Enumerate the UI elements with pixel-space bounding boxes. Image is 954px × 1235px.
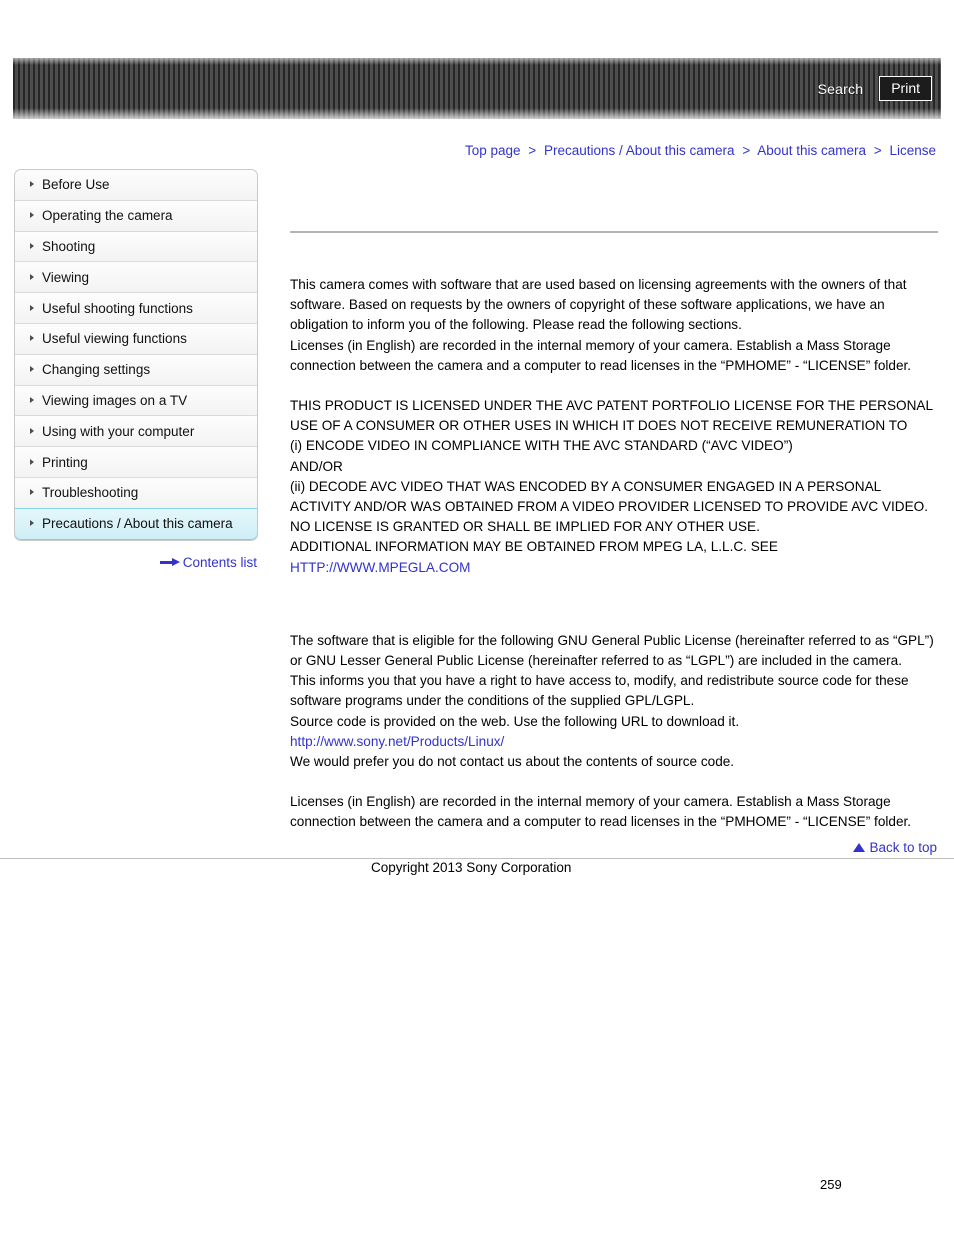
sidebar-item-viewing-images-on-a-tv[interactable]: Viewing images on a TV <box>15 385 257 417</box>
triangle-bullet-icon <box>30 520 34 527</box>
breadcrumb: Top page > Precautions / About this came… <box>465 143 936 158</box>
sidebar-item-label: Troubleshooting <box>42 485 139 501</box>
breadcrumb-separator: > <box>873 143 882 158</box>
triangle-bullet-icon <box>30 273 34 280</box>
sidebar-item-label: Viewing images on a TV <box>42 392 188 408</box>
triangle-bullet-icon <box>30 242 34 249</box>
triangle-bullet-icon <box>30 489 34 496</box>
sidebar-item-label: Shooting <box>42 238 96 254</box>
sidebar-item-useful-shooting-functions[interactable]: Useful shooting functions <box>15 293 257 324</box>
breadcrumb-separator: > <box>742 143 751 158</box>
page-number: 259 <box>820 1177 842 1192</box>
breadcrumb-item-about-this-camera[interactable]: About this camera <box>757 143 866 158</box>
sidebar-item-printing[interactable]: Printing <box>15 447 257 478</box>
sidebar-item-troubleshooting[interactable]: Troubleshooting <box>15 477 257 509</box>
sidebar-item-using-with-your-computer[interactable]: Using with your computer <box>15 416 257 448</box>
sidebar-item-label: Before Use <box>42 177 110 193</box>
breadcrumb-item-license: License <box>889 143 936 158</box>
link-mpegla[interactable]: HTTP://WWW.MPEGLA.COM <box>290 560 471 575</box>
up-triangle-icon <box>853 843 866 852</box>
triangle-bullet-icon <box>30 304 34 311</box>
site-header-bar: Search Print <box>13 58 941 119</box>
sidebar-item-viewing[interactable]: Viewing <box>15 262 257 294</box>
triangle-bullet-icon <box>30 212 34 219</box>
breadcrumb-item-precautions[interactable]: Precautions / About this camera <box>544 143 735 158</box>
breadcrumb-separator: > <box>528 143 537 158</box>
sidebar-item-precautions-about-this-camera[interactable]: Precautions / About this camera <box>15 507 257 540</box>
sidebar-item-operating-the-camera[interactable]: Operating the camera <box>15 200 257 232</box>
main-content: This camera comes with software that are… <box>290 200 938 833</box>
search-link[interactable]: Search <box>818 81 864 97</box>
sidebar-item-label: Useful viewing functions <box>42 331 187 347</box>
paragraph-gpl: The software that is eligible for the fo… <box>290 631 938 772</box>
triangle-bullet-icon <box>30 181 34 188</box>
paragraph-licenses-location: Licenses (in English) are recorded in th… <box>290 794 912 830</box>
sidebar-item-label: Printing <box>42 454 88 470</box>
sidebar-item-label: Precautions / About this camera <box>42 516 233 532</box>
contents-list-link[interactable]: Contents list <box>159 555 257 570</box>
back-to-top-link[interactable]: Back to top <box>853 840 937 855</box>
header-actions: Search Print <box>818 58 932 119</box>
paragraph-gpl-text: The software that is eligible for the fo… <box>290 632 934 729</box>
sidebar-item-label: Viewing <box>42 269 90 285</box>
paragraph-avc-text: THIS PRODUCT IS LICENSED UNDER THE AVC P… <box>290 398 933 555</box>
sidebar-item-shooting[interactable]: Shooting <box>15 231 257 263</box>
triangle-bullet-icon <box>30 427 34 434</box>
contents-list-label: Contents list <box>182 555 257 570</box>
triangle-bullet-icon <box>30 366 34 373</box>
title-divider <box>290 231 938 233</box>
page-title <box>290 200 938 220</box>
sidebar-item-changing-settings[interactable]: Changing settings <box>15 354 257 386</box>
sidebar-item-useful-viewing-functions[interactable]: Useful viewing functions <box>15 323 257 355</box>
paragraph-gpl-tail: We would prefer you do not contact us ab… <box>290 754 735 770</box>
copyright-text: Copyright 2013 Sony Corporation <box>371 860 572 875</box>
link-sony-linux[interactable]: http://www.sony.net/Products/Linux/ <box>290 734 504 749</box>
print-button[interactable]: Print <box>879 76 932 101</box>
sidebar-item-label: Changing settings <box>42 362 151 378</box>
right-arrow-icon <box>159 558 180 567</box>
footer-divider <box>0 858 954 859</box>
paragraph-avc-license: THIS PRODUCT IS LICENSED UNDER THE AVC P… <box>290 396 938 578</box>
back-to-top-label: Back to top <box>869 840 937 855</box>
breadcrumb-item-top-page[interactable]: Top page <box>465 143 521 158</box>
sidebar-item-label: Useful shooting functions <box>42 300 193 316</box>
triangle-bullet-icon <box>30 458 34 465</box>
sidebar-item-label: Using with your computer <box>42 423 195 439</box>
sidebar-item-before-use[interactable]: Before Use <box>15 170 257 201</box>
triangle-bullet-icon <box>30 396 34 403</box>
sidebar-item-label: Operating the camera <box>42 208 173 224</box>
sidebar-navigation: Before Use Operating the camera Shooting… <box>14 169 258 541</box>
paragraph-intro: This camera comes with software that are… <box>290 277 912 373</box>
triangle-bullet-icon <box>30 335 34 342</box>
